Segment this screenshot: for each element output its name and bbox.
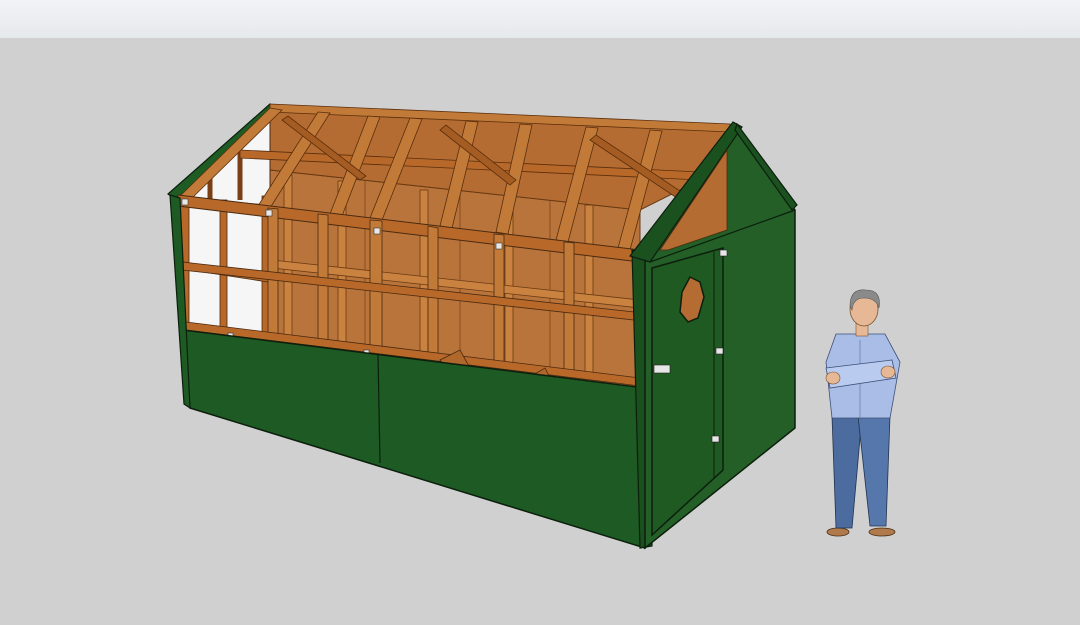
door-latch-icon[interactable]: [653, 364, 671, 374]
3d-model-scene[interactable]: [0, 38, 1080, 625]
app-toolbar: [0, 0, 1080, 39]
hinge-icon: [719, 249, 728, 257]
scale-figure-icon: [825, 289, 901, 537]
model-viewport[interactable]: [0, 38, 1080, 625]
hinge-icon: [711, 435, 720, 443]
hinge-icon: [715, 347, 724, 355]
